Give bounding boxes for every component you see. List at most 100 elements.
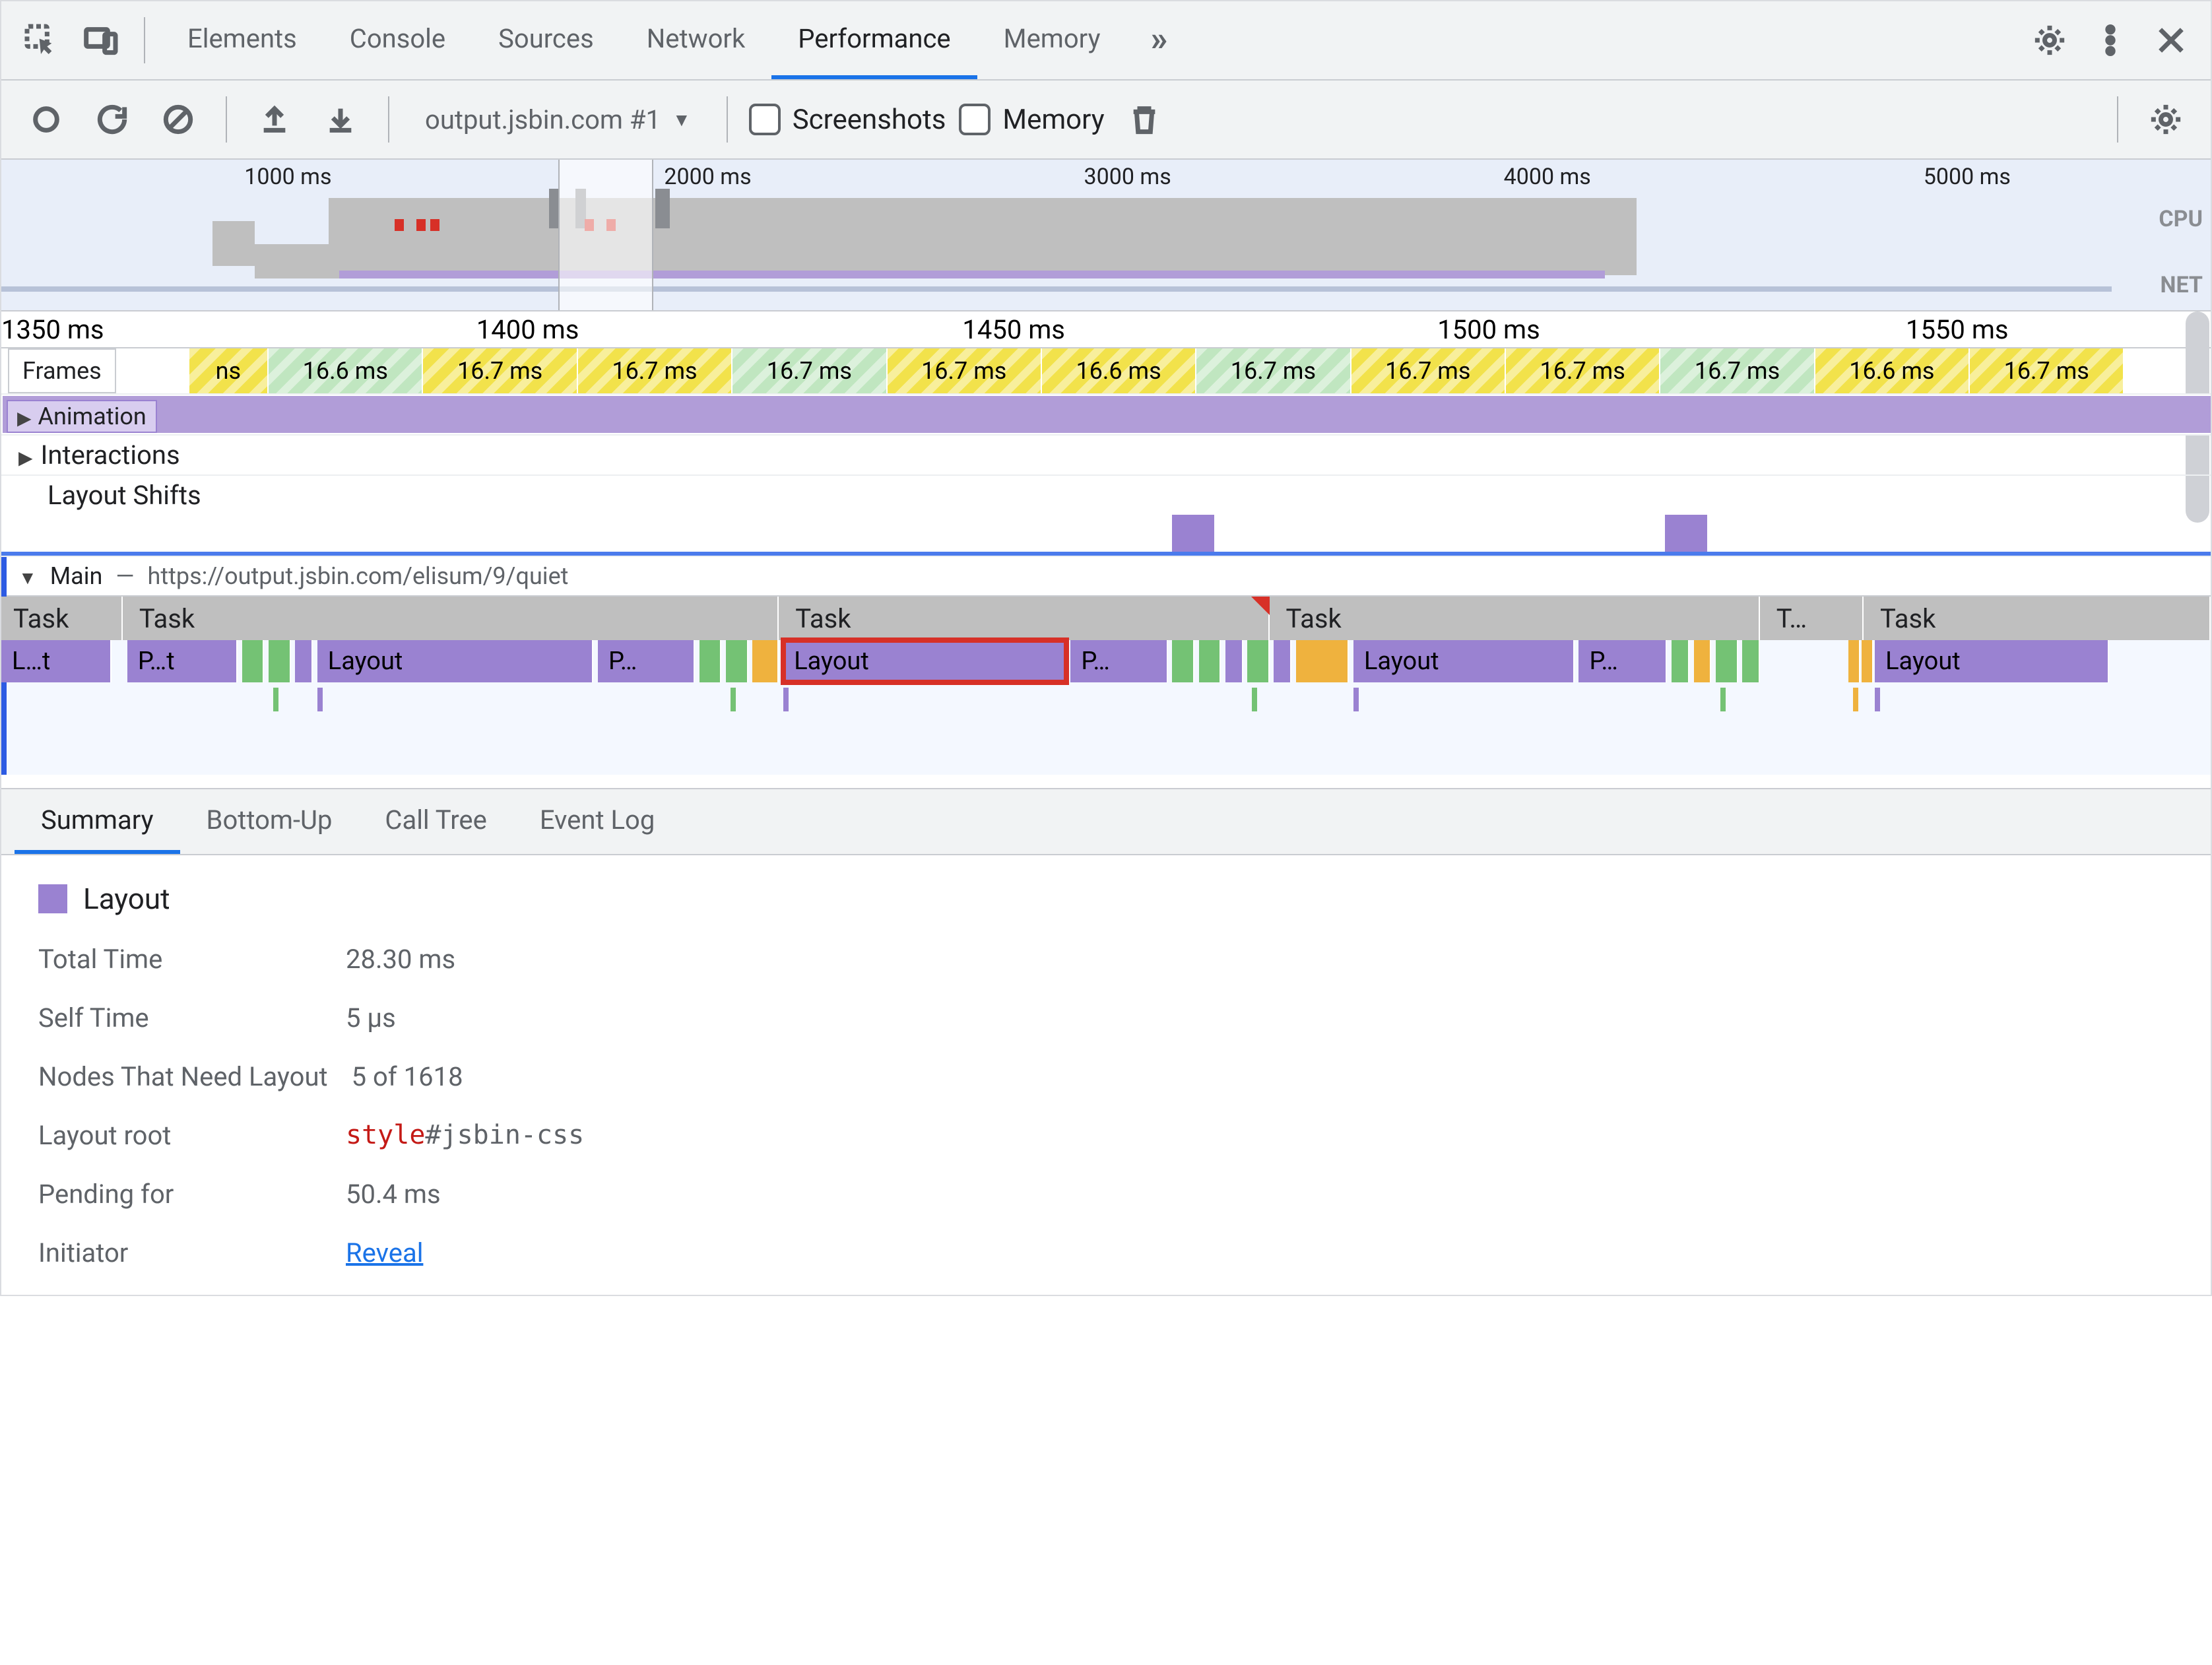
flame-block[interactable]: Layout — [317, 640, 594, 682]
tab-memory[interactable]: Memory — [977, 1, 1127, 79]
kebab-icon[interactable] — [2084, 14, 2137, 67]
frame-cell[interactable]: 16.7 ms — [423, 348, 577, 393]
memory-checkbox[interactable]: Memory — [959, 104, 1104, 136]
frame-cell[interactable]: 16.7 ms — [1506, 348, 1660, 393]
frame-cell[interactable]: ns — [189, 348, 269, 393]
flame-block[interactable] — [699, 640, 721, 682]
frame-cell[interactable]: 16.7 ms — [732, 348, 887, 393]
flame-block[interactable] — [1172, 640, 1194, 682]
main-track[interactable]: Main — https://output.jsbin.com/elisum/9… — [1, 557, 2211, 775]
details-tab-event-log[interactable]: Event Log — [513, 789, 681, 854]
details-tab-call-tree[interactable]: Call Tree — [358, 789, 513, 854]
delete-icon[interactable] — [1118, 93, 1171, 146]
flame-block[interactable] — [1862, 640, 1873, 682]
flame-block[interactable] — [726, 640, 748, 682]
expand-icon[interactable] — [17, 403, 32, 430]
frame-cell[interactable]: 16.7 ms — [1660, 348, 1815, 393]
profile-select-label: output.jsbin.com #1 — [425, 104, 661, 135]
flame-block[interactable]: P… — [598, 640, 695, 682]
frame-cell[interactable]: 16.7 ms — [578, 348, 732, 393]
flame-block[interactable] — [752, 640, 779, 682]
upload-icon[interactable] — [248, 93, 301, 146]
close-icon[interactable] — [2145, 14, 2197, 67]
tab-sources[interactable]: Sources — [472, 1, 620, 79]
details-tab-summary[interactable]: Summary — [15, 789, 180, 854]
frames-track[interactable]: Frames ns16.6 ms16.7 ms16.7 ms16.7 ms16.… — [1, 348, 2211, 395]
flame-block[interactable]: Layout — [1875, 640, 2109, 682]
overview-ruler: 1000 ms2000 ms3000 ms4000 ms5000 ms — [1, 160, 2211, 189]
tab-console[interactable]: Console — [323, 1, 472, 79]
task-block[interactable]: Task — [783, 597, 1270, 640]
flame-block[interactable]: P…t — [127, 640, 238, 682]
details-tab-bottom-up[interactable]: Bottom-Up — [180, 789, 359, 854]
tabs-overflow[interactable]: » — [1135, 1, 1184, 79]
overview-labels: CPU NET — [2159, 206, 2203, 311]
reload-icon[interactable] — [86, 93, 139, 146]
tab-performance[interactable]: Performance — [771, 1, 977, 79]
task-block[interactable]: Task — [1, 597, 123, 640]
interactions-label: Interactions — [41, 440, 180, 471]
task-block[interactable]: Task — [1868, 597, 2211, 640]
separator — [144, 17, 145, 63]
tab-elements[interactable]: Elements — [161, 1, 323, 79]
profile-select[interactable]: output.jsbin.com #1 ▼ — [410, 99, 705, 141]
task-block[interactable]: Task — [1274, 597, 1760, 640]
interactions-track[interactable]: Interactions — [1, 436, 2211, 476]
flame-block[interactable] — [1672, 640, 1689, 682]
timeline-pane[interactable]: 1350 ms1400 ms1450 ms1500 ms1550 ms Fram… — [1, 311, 2211, 788]
flame-block[interactable] — [1199, 640, 1221, 682]
flame-block[interactable] — [1296, 640, 1349, 682]
flame-block[interactable] — [1694, 640, 1712, 682]
settings-icon[interactable] — [2023, 14, 2076, 67]
layout-shifts-track[interactable]: Layout Shifts — [1, 476, 2211, 557]
task-block[interactable]: T… — [1765, 597, 1864, 640]
collapse-icon[interactable] — [18, 562, 37, 590]
flame-block[interactable]: P… — [1578, 640, 1667, 682]
selected-layout-block[interactable]: Layout — [783, 640, 1066, 682]
download-icon[interactable] — [314, 93, 367, 146]
panel-settings-icon[interactable] — [2139, 93, 2192, 146]
layout-shift[interactable] — [1172, 515, 1214, 552]
expand-icon[interactable] — [18, 440, 33, 471]
overview-selection[interactable] — [558, 160, 653, 310]
frame-cell[interactable]: 16.7 ms — [888, 348, 1042, 393]
animation-track[interactable]: Animation — [1, 395, 2211, 436]
screenshots-label: Screenshots — [793, 104, 946, 136]
overview-pane[interactable]: 1000 ms2000 ms3000 ms4000 ms5000 ms CPU … — [1, 160, 2211, 311]
flame-block[interactable]: P… — [1070, 640, 1167, 682]
frame-cell[interactable]: 16.7 ms — [1351, 348, 1506, 393]
flame-block[interactable] — [1225, 640, 1243, 682]
frame-cell[interactable]: 16.7 ms — [1970, 348, 2124, 393]
timeline-tick: 1350 ms — [1, 314, 104, 345]
layout-shift[interactable] — [1665, 515, 1707, 552]
reveal-link[interactable]: Reveal — [346, 1237, 423, 1268]
overview-tick: 1000 ms — [244, 164, 331, 190]
frame-cell[interactable]: 16.7 ms — [1196, 348, 1351, 393]
tab-network[interactable]: Network — [620, 1, 772, 79]
flame-block[interactable] — [1247, 640, 1269, 682]
task-block[interactable]: Task — [127, 597, 779, 640]
frame-cell[interactable]: 16.6 ms — [269, 348, 423, 393]
flame-block[interactable]: Layout — [1353, 640, 1575, 682]
screenshots-checkbox[interactable]: Screenshots — [749, 104, 946, 136]
record-icon[interactable] — [20, 93, 73, 146]
flame-block[interactable] — [1848, 640, 1860, 682]
inspect-icon[interactable] — [15, 14, 67, 67]
flame-block[interactable] — [269, 640, 290, 682]
device-toolbar-icon[interactable] — [75, 14, 128, 67]
clear-icon[interactable] — [152, 93, 205, 146]
frame-cell[interactable]: 16.6 ms — [1042, 348, 1196, 393]
summary-body: Layout Total Time 28.30 ms Self Time 5 µ… — [1, 855, 2211, 1295]
row-self-time: Self Time 5 µs — [38, 1002, 2174, 1033]
flame-block[interactable] — [1742, 640, 1760, 682]
overview-tick: 3000 ms — [1084, 164, 1171, 190]
separator — [388, 96, 389, 143]
flame-block[interactable] — [242, 640, 264, 682]
flame-block[interactable] — [1716, 640, 1738, 682]
overview-tick: 5000 ms — [1924, 164, 2011, 190]
flame-block[interactable]: L…t — [1, 640, 112, 682]
flame-block[interactable] — [1274, 640, 1291, 682]
frame-cell[interactable]: 16.6 ms — [1815, 348, 1970, 393]
flame-block[interactable] — [295, 640, 313, 682]
details-pane: SummaryBottom-UpCall TreeEvent Log Layou… — [1, 788, 2211, 1295]
